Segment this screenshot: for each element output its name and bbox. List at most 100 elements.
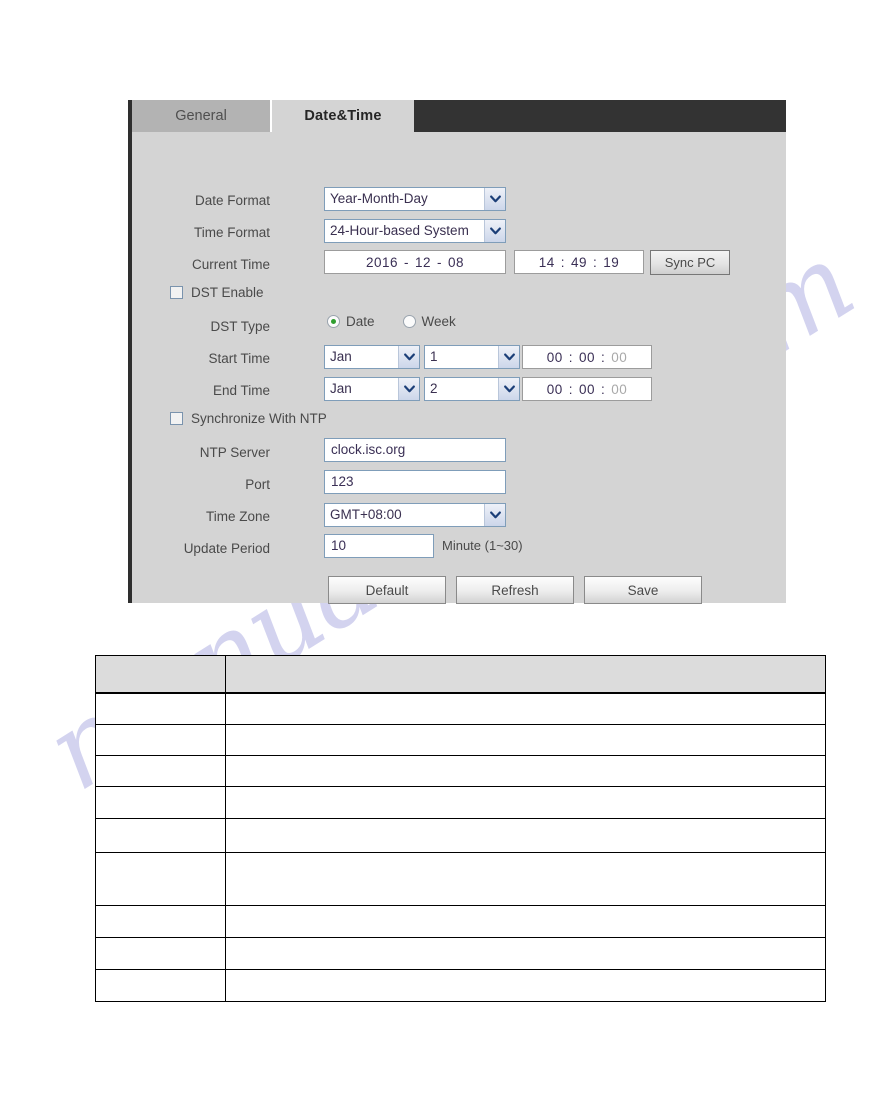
tab-date-time[interactable]: Date&Time — [272, 100, 414, 132]
port-input[interactable]: 123 — [324, 470, 506, 494]
start-day-select[interactable]: 1 — [424, 345, 520, 369]
end-time-label: End Time — [212, 382, 270, 398]
current-second-value: 19 — [603, 254, 620, 270]
current-year-value: 2016 — [365, 254, 398, 270]
row-port: Port — [132, 471, 270, 497]
dst-type-date-label: Date — [346, 314, 375, 329]
dst-enable-row[interactable]: DST Enable — [170, 285, 264, 300]
end-month-value: Jan — [330, 381, 352, 396]
chevron-down-icon — [498, 346, 519, 368]
port-label: Port — [245, 476, 270, 492]
row-end-time: End Time — [132, 377, 270, 403]
table-header-cell-function — [225, 655, 826, 694]
end-second-value: 00 — [611, 381, 628, 397]
date-format-select[interactable]: Year-Month-Day — [324, 187, 506, 211]
row-update-period: Update Period — [132, 535, 270, 561]
end-time-field[interactable]: 00 : 00 : 00 — [522, 377, 652, 401]
sync-pc-button[interactable]: Sync PC — [650, 250, 730, 275]
table-cell-function — [225, 724, 826, 756]
save-button[interactable]: Save — [584, 576, 702, 604]
current-month-value: 12 — [414, 254, 432, 270]
time-separator: : — [560, 254, 565, 270]
ntp-server-input[interactable]: clock.isc.org — [324, 438, 506, 462]
time-separator: : — [568, 381, 573, 397]
table-cell-function — [225, 969, 826, 1002]
date-time-settings-panel: General Date&Time Date Format Year-Month… — [128, 100, 786, 604]
date-separator: - — [403, 254, 409, 270]
table-cell-function — [225, 818, 826, 853]
time-separator: : — [601, 349, 606, 365]
current-date-field[interactable]: 2016 - 12 - 08 — [324, 250, 506, 274]
table-row — [95, 755, 826, 787]
update-period-input[interactable]: 10 — [324, 534, 434, 558]
update-period-unit-hint: Minute (1~30) — [442, 538, 523, 553]
time-separator: : — [601, 381, 606, 397]
table-cell-function — [225, 692, 826, 725]
settings-tabbar: General Date&Time — [132, 100, 786, 132]
dst-enable-checkbox[interactable] — [170, 286, 183, 299]
table-row — [95, 818, 826, 853]
table-row — [95, 724, 826, 756]
default-button-label: Default — [365, 582, 409, 598]
sync-pc-label: Sync PC — [664, 255, 716, 270]
end-day-value: 2 — [430, 381, 438, 396]
start-month-value: Jan — [330, 349, 352, 364]
row-start-time: Start Time — [132, 345, 270, 371]
dst-enable-label: DST Enable — [191, 285, 264, 300]
chevron-down-icon — [484, 220, 505, 242]
start-time-field[interactable]: 00 : 00 : 00 — [522, 345, 652, 369]
refresh-button[interactable]: Refresh — [456, 576, 574, 604]
table-header-row — [95, 655, 826, 694]
dst-type-radio-week[interactable]: Week — [402, 314, 456, 329]
table-cell-function — [225, 937, 826, 970]
tab-general[interactable]: General — [132, 100, 272, 132]
sync-ntp-checkbox[interactable] — [170, 412, 183, 425]
chevron-down-icon — [398, 346, 419, 368]
dst-type-radio-date[interactable]: Date — [327, 314, 375, 329]
start-day-value: 1 — [430, 349, 438, 364]
end-month-select[interactable]: Jan — [324, 377, 420, 401]
chevron-down-icon — [484, 504, 505, 526]
time-zone-label: Time Zone — [205, 508, 270, 524]
date-time-form: Date Format Year-Month-Day Time Format 2… — [132, 132, 786, 604]
refresh-button-label: Refresh — [491, 582, 539, 598]
table-row — [95, 905, 826, 938]
date-format-value: Year-Month-Day — [330, 191, 428, 206]
table-cell-parameter — [95, 852, 226, 906]
start-second-value: 00 — [611, 349, 628, 365]
time-format-select[interactable]: 24-Hour-based System — [324, 219, 506, 243]
current-time-field[interactable]: 14 : 49 : 19 — [514, 250, 644, 274]
parameter-description-table — [95, 655, 826, 1002]
row-ntp-server: NTP Server — [132, 439, 270, 465]
row-dst-type: DST Type — [132, 313, 270, 339]
sync-ntp-row[interactable]: Synchronize With NTP — [170, 411, 327, 426]
time-zone-select[interactable]: GMT+08:00 — [324, 503, 506, 527]
table-header-cell-parameter — [95, 655, 226, 694]
current-day-value: 08 — [448, 254, 465, 270]
time-zone-value: GMT+08:00 — [330, 507, 402, 522]
table-row — [95, 969, 826, 1002]
start-minute-value: 00 — [578, 349, 596, 365]
start-month-select[interactable]: Jan — [324, 345, 420, 369]
table-row — [95, 937, 826, 970]
table-cell-parameter — [95, 969, 226, 1002]
sync-ntp-label: Synchronize With NTP — [191, 411, 327, 426]
end-day-select[interactable]: 2 — [424, 377, 520, 401]
table-cell-function — [225, 755, 826, 787]
dst-type-label: DST Type — [210, 318, 270, 334]
time-separator: : — [568, 349, 573, 365]
row-date-format: Date Format — [132, 187, 270, 213]
table-row — [95, 692, 826, 725]
chevron-down-icon — [498, 378, 519, 400]
current-time-label: Current Time — [191, 256, 270, 272]
table-cell-parameter — [95, 692, 226, 725]
tab-date-time-label: Date&Time — [304, 108, 382, 124]
end-minute-value: 00 — [578, 381, 596, 397]
row-time-format: Time Format — [132, 219, 270, 245]
current-minute-value: 49 — [570, 254, 588, 270]
table-cell-parameter — [95, 724, 226, 756]
date-separator: - — [437, 254, 443, 270]
time-format-label: Time Format — [193, 224, 270, 240]
default-button[interactable]: Default — [328, 576, 446, 604]
chevron-down-icon — [484, 188, 505, 210]
